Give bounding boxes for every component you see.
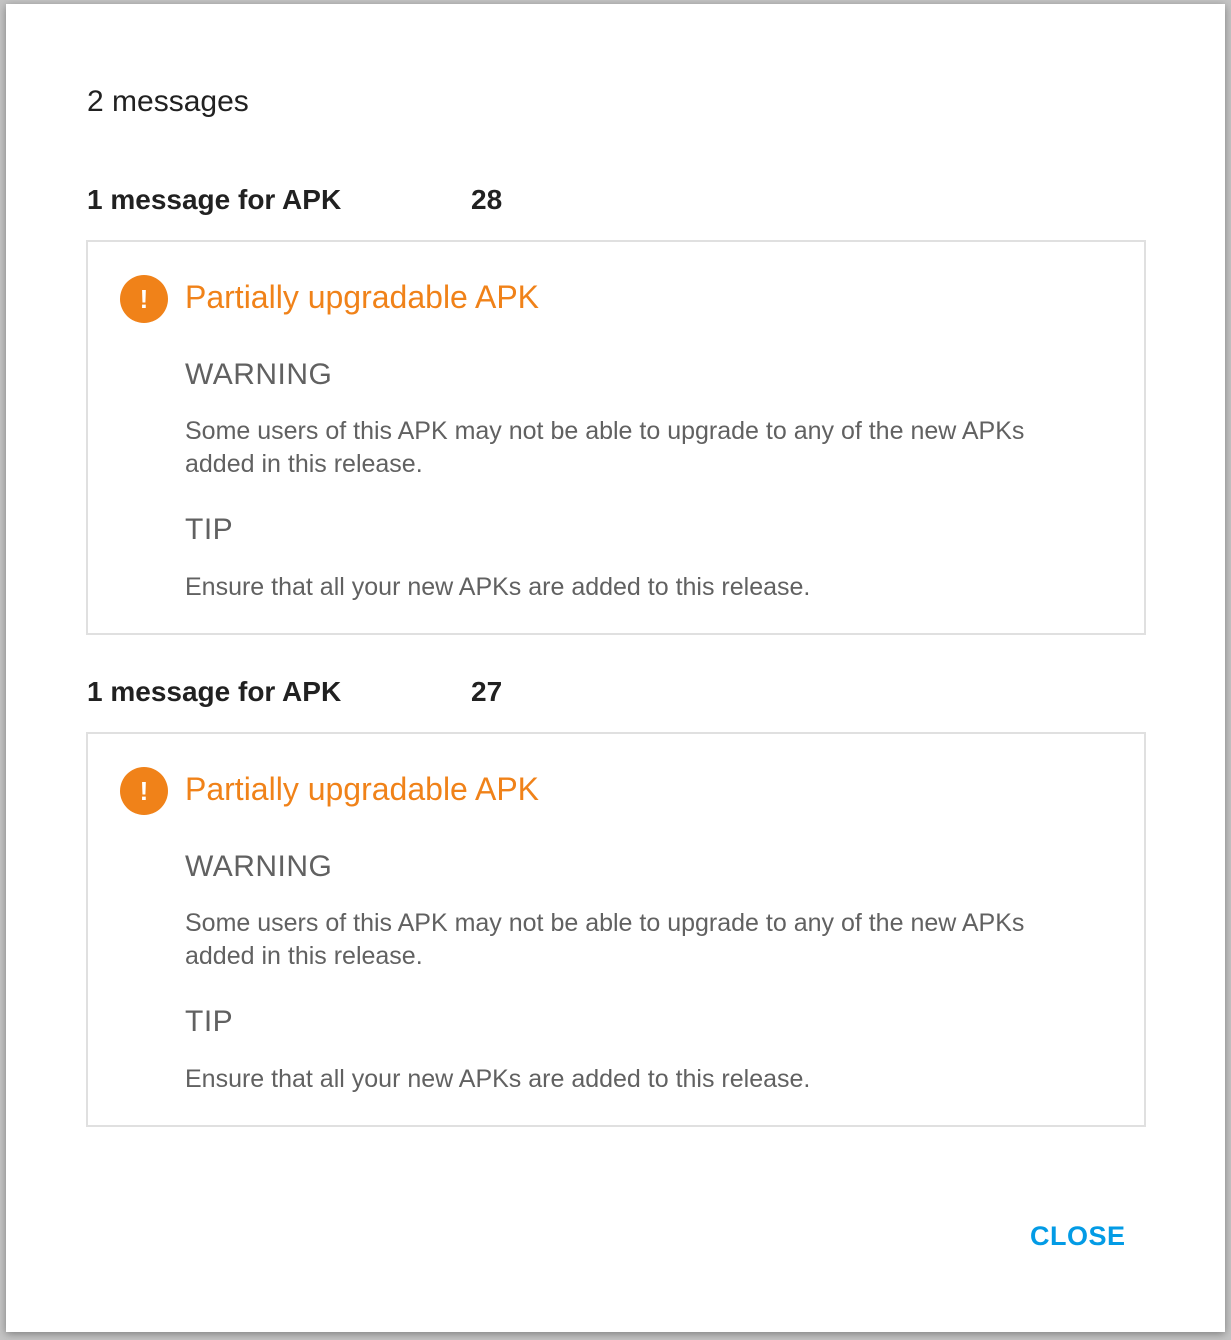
- tip-text: Ensure that all your new APKs are added …: [185, 573, 811, 601]
- warning-circle-icon: !: [120, 767, 168, 815]
- apk-version-code: 27: [471, 676, 503, 707]
- apk-group-label: 1 message for APK: [87, 676, 342, 707]
- messages-dialog: 2 messages 1 message for APK 28 ! Partia…: [6, 4, 1225, 1332]
- message-title: Partially upgradable APK: [185, 279, 539, 315]
- tip-label: TIP: [185, 1005, 234, 1038]
- warning-label: WARNING: [185, 358, 333, 391]
- message-card: ! Partially upgradable APK WARNING Some …: [86, 240, 1146, 635]
- dialog-title: 2 messages: [87, 85, 249, 118]
- close-button[interactable]: CLOSE: [1016, 1214, 1140, 1258]
- apk-group-heading: 1 message for APK 28: [87, 180, 587, 220]
- message-title: Partially upgradable APK: [185, 771, 539, 807]
- warning-text: Some users of this APK may not be able t…: [185, 909, 1025, 970]
- warning-text: Some users of this APK may not be able t…: [185, 417, 1025, 478]
- warning-label: WARNING: [185, 850, 333, 883]
- warning-circle-icon: !: [120, 275, 168, 323]
- apk-version-code: 28: [471, 184, 503, 215]
- apk-group-heading: 1 message for APK 27: [87, 672, 587, 712]
- message-card: ! Partially upgradable APK WARNING Some …: [86, 732, 1146, 1127]
- tip-label: TIP: [185, 513, 234, 546]
- apk-group-label: 1 message for APK: [87, 184, 342, 215]
- tip-text: Ensure that all your new APKs are added …: [185, 1065, 811, 1093]
